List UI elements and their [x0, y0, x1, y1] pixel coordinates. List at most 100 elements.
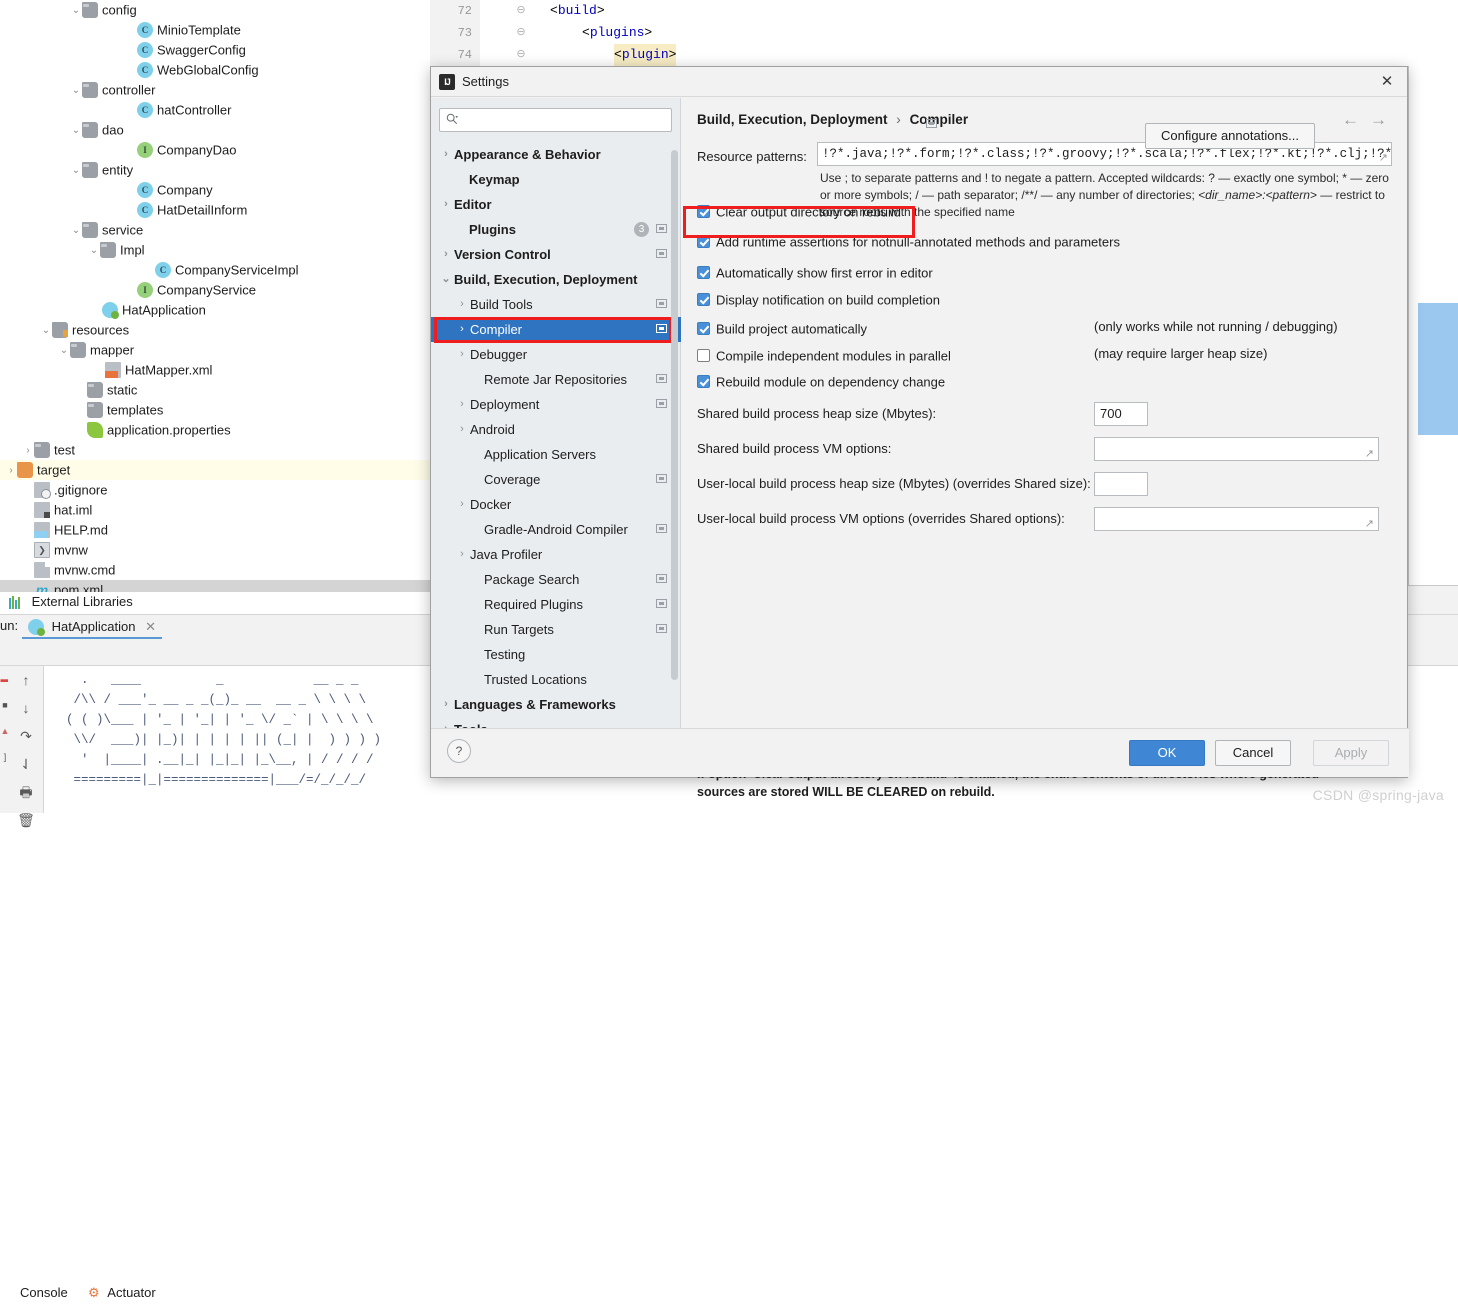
expand-icon[interactable]: ↗	[1365, 443, 1374, 465]
sidebar-item-trusted-locations[interactable]: Trusted Locations	[431, 667, 681, 692]
chevron-right-icon[interactable]: ›	[455, 392, 469, 417]
code-fold-icon[interactable]: ⊖	[515, 44, 527, 66]
chevron-right-icon[interactable]: ›	[455, 542, 469, 567]
tab-actuator[interactable]: ⚙ Actuator	[88, 1281, 156, 1305]
chevron-down-icon[interactable]: ⌄	[70, 121, 82, 141]
tree-node-hatdetailinform[interactable]: CHatDetailInform	[0, 200, 430, 220]
sidebar-item-gradle-android-compiler[interactable]: Gradle-Android Compiler	[431, 517, 681, 542]
chevron-right-icon[interactable]: ›	[455, 342, 469, 367]
chevron-right-icon[interactable]: ›	[22, 441, 34, 461]
field-input-1[interactable]: 700	[1094, 402, 1148, 426]
checkbox-box[interactable]	[697, 266, 710, 279]
tree-node-static[interactable]: static	[0, 380, 430, 400]
settings-dialog[interactable]: IJ Settings ✕ ›Appearance & BehaviorKeym…	[430, 66, 1408, 778]
scroll-to-end-icon[interactable]: ⇃	[8, 750, 44, 778]
tree-node-mvnw[interactable]: ❯mvnw	[0, 540, 430, 560]
nav-scrollbar[interactable]	[671, 150, 678, 680]
checkbox-rebuild-module-on-dependency-change[interactable]: Rebuild module on dependency change	[697, 372, 945, 392]
sidebar-item-remote-jar-repositories[interactable]: Remote Jar Repositories	[431, 367, 681, 392]
sidebar-item-appearance-behavior[interactable]: ›Appearance & Behavior	[431, 142, 681, 167]
chevron-right-icon[interactable]: ›	[439, 142, 453, 167]
tree-node-companydao[interactable]: ICompanyDao	[0, 140, 430, 160]
help-button[interactable]: ?	[447, 739, 471, 763]
chevron-right-icon[interactable]: ›	[439, 692, 453, 717]
sidebar-item-version-control[interactable]: ›Version Control	[431, 242, 681, 267]
checkbox-compile-independent-modules-in-parallel[interactable]: Compile independent modules in parallel	[697, 346, 951, 366]
code-editor[interactable]: 72⊖<build>73⊖<plugins>74⊖<plugin>	[430, 0, 1458, 66]
tree-node-swaggerconfig[interactable]: CSwaggerConfig	[0, 40, 430, 60]
sidebar-item-editor[interactable]: ›Editor	[431, 192, 681, 217]
project-tool-window[interactable]: ⌄configCMinioTemplateCSwaggerConfigCWebG…	[0, 0, 430, 592]
chevron-down-icon[interactable]: ⌄	[58, 341, 70, 361]
chevron-right-icon[interactable]: ›	[455, 417, 469, 442]
tree-node-impl[interactable]: ⌄Impl	[0, 240, 430, 260]
sidebar-item-build-execution-deployment[interactable]: ⌄Build, Execution, Deployment	[431, 267, 681, 292]
tree-node-test[interactable]: ›test	[0, 440, 430, 460]
console-toolbar[interactable]: ↑ ↓ ↷ ⇃ 🖶 🗑	[8, 666, 44, 813]
expand-icon[interactable]: ↗	[1365, 513, 1374, 535]
checkbox-box[interactable]	[697, 375, 710, 388]
chevron-right-icon[interactable]: ›	[5, 461, 17, 481]
sidebar-item-required-plugins[interactable]: Required Plugins	[431, 592, 681, 617]
external-libraries-node[interactable]: External Libraries	[0, 592, 430, 612]
tree-node-mvnw-cmd[interactable]: mvnw.cmd	[0, 560, 430, 580]
field-input-2[interactable]: ↗	[1094, 437, 1379, 461]
field-input-4[interactable]: ↗	[1094, 507, 1379, 531]
tree-node-hat-iml[interactable]: hat.iml	[0, 500, 430, 520]
checkbox-automatically-show-first-error-in-editor[interactable]: Automatically show first error in editor	[697, 263, 933, 283]
tree-node-resources[interactable]: ⌄resources	[0, 320, 430, 340]
apply-button[interactable]: Apply	[1313, 740, 1389, 766]
tree-node-miniotemplate[interactable]: CMinioTemplate	[0, 20, 430, 40]
chevron-down-icon[interactable]: ⌄	[70, 221, 82, 241]
chevron-down-icon[interactable]: ⌄	[70, 161, 82, 181]
tree-node-templates[interactable]: templates	[0, 400, 430, 420]
search-box[interactable]	[439, 108, 672, 132]
chevron-right-icon[interactable]: ›	[439, 242, 453, 267]
ok-button[interactable]: OK	[1129, 740, 1205, 766]
tree-node-service[interactable]: ⌄service	[0, 220, 430, 240]
tab-console[interactable]: Console	[20, 1281, 68, 1305]
chevron-down-icon[interactable]: ⌄	[88, 241, 100, 261]
close-icon[interactable]: ✕	[1371, 70, 1403, 94]
sidebar-item-compiler[interactable]: ›Compiler	[431, 317, 681, 342]
code-fold-icon[interactable]: ⊖	[515, 0, 527, 22]
sidebar-item-run-targets[interactable]: Run Targets	[431, 617, 681, 642]
tree-node-webglobalconfig[interactable]: CWebGlobalConfig	[0, 60, 430, 80]
nav-forward-icon[interactable]: →	[1370, 110, 1387, 130]
checkbox-build-project-automatically[interactable]: Build project automatically	[697, 319, 867, 339]
sidebar-item-build-tools[interactable]: ›Build Tools	[431, 292, 681, 317]
sidebar-item-keymap[interactable]: Keymap	[431, 167, 681, 192]
tree-node-help-md[interactable]: HELP.md	[0, 520, 430, 540]
code-line[interactable]: 74⊖<plugin>	[430, 44, 1458, 66]
checkbox-box[interactable]	[697, 349, 710, 362]
configure-annotations-button[interactable]: Configure annotations...	[1145, 123, 1315, 149]
tree-node-company[interactable]: CCompany	[0, 180, 430, 200]
scroll-down-icon[interactable]: ↓	[8, 694, 44, 722]
settings-nav-list[interactable]: ›Appearance & BehaviorKeymap›EditorPlugi…	[431, 142, 681, 748]
sidebar-item-deployment[interactable]: ›Deployment	[431, 392, 681, 417]
tree-node-dao[interactable]: ⌄dao	[0, 120, 430, 140]
cancel-button[interactable]: Cancel	[1215, 740, 1291, 766]
sidebar-item-languages-frameworks[interactable]: ›Languages & Frameworks	[431, 692, 681, 717]
tree-node-companyserviceimpl[interactable]: CCompanyServiceImpl	[0, 260, 430, 280]
tree-node-entity[interactable]: ⌄entity	[0, 160, 430, 180]
sidebar-item-docker[interactable]: ›Docker	[431, 492, 681, 517]
tree-node-application-properties[interactable]: application.properties	[0, 420, 430, 440]
tree-node-hatmapper-xml[interactable]: HatMapper.xml	[0, 360, 430, 380]
breadcrumb-parent[interactable]: Build, Execution, Deployment	[697, 112, 888, 127]
scroll-up-icon[interactable]: ↑	[8, 666, 44, 694]
sidebar-item-java-profiler[interactable]: ›Java Profiler	[431, 542, 681, 567]
sidebar-item-debugger[interactable]: ›Debugger	[431, 342, 681, 367]
tree-node-hatcontroller[interactable]: ChatController	[0, 100, 430, 120]
checkbox-box[interactable]	[697, 205, 710, 218]
tree-node-target[interactable]: ›target	[0, 460, 430, 480]
tree-node-mapper[interactable]: ⌄mapper	[0, 340, 430, 360]
field-input-3[interactable]	[1094, 472, 1148, 496]
sidebar-item-android[interactable]: ›Android	[431, 417, 681, 442]
run-tab-hatapplication[interactable]: HatApplication ✕	[22, 615, 162, 639]
chevron-right-icon[interactable]: ›	[455, 492, 469, 517]
chevron-down-icon[interactable]: ⌄	[439, 267, 453, 292]
print-icon[interactable]: 🖶	[8, 778, 44, 806]
soft-wrap-icon[interactable]: ↷	[8, 722, 44, 750]
close-icon[interactable]: ✕	[145, 619, 156, 634]
